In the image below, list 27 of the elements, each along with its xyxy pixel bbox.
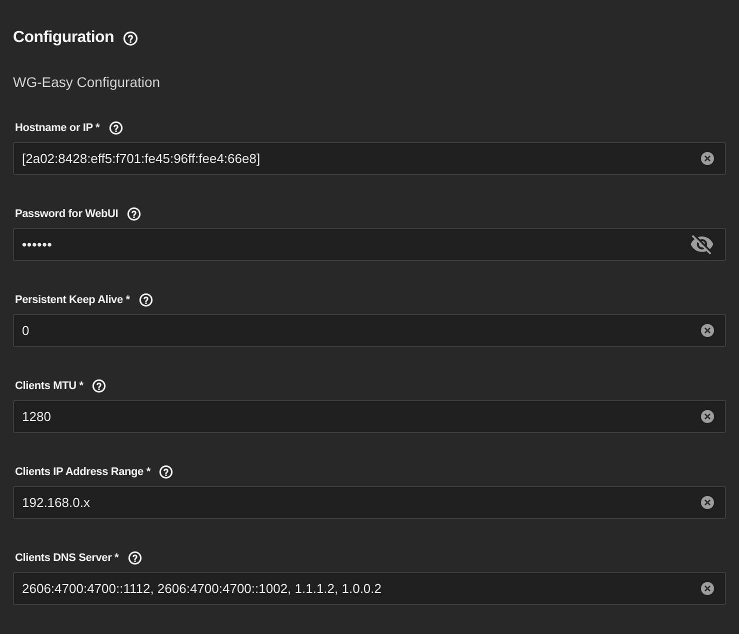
- eye-off-icon[interactable]: [690, 234, 714, 255]
- input-field[interactable]: [2a02:8428:eff5:f701:fe45:96ff:fee4:66e8]: [13, 142, 726, 175]
- help-icon[interactable]: [122, 30, 138, 46]
- clear-icon[interactable]: [701, 324, 714, 337]
- help-icon[interactable]: [127, 207, 142, 221]
- help-icon[interactable]: [138, 293, 153, 307]
- help-icon[interactable]: [128, 551, 142, 565]
- help-icon[interactable]: [92, 379, 106, 393]
- password-field[interactable]: ••••••: [13, 228, 726, 261]
- input-field[interactable]: 1280: [13, 400, 726, 433]
- input-field[interactable]: 0: [13, 314, 726, 347]
- field-label: Clients MTU *: [15, 379, 84, 394]
- clear-icon[interactable]: [701, 152, 714, 165]
- field-label: Clients IP Address Range *: [15, 465, 150, 480]
- input-field[interactable]: 192.168.0.x: [13, 486, 726, 519]
- clear-icon[interactable]: [701, 496, 714, 509]
- section-title: Configuration: [13, 28, 114, 48]
- clear-icon[interactable]: [701, 410, 714, 423]
- help-icon[interactable]: [108, 121, 123, 135]
- field-label: Persistent Keep Alive *: [15, 293, 130, 308]
- field-label: Hostname or IP *: [15, 121, 100, 136]
- help-icon[interactable]: [159, 465, 174, 479]
- field-label: Password for WebUI: [15, 207, 118, 222]
- section-subtitle: WG-Easy Configuration: [13, 73, 160, 92]
- field-label: Clients DNS Server *: [15, 551, 119, 566]
- clear-icon[interactable]: [701, 582, 714, 595]
- input-field[interactable]: 2606:4700:4700::1112, 2606:4700:4700::1002, 1.1.1.2, 1.0.0.2: [13, 572, 726, 605]
